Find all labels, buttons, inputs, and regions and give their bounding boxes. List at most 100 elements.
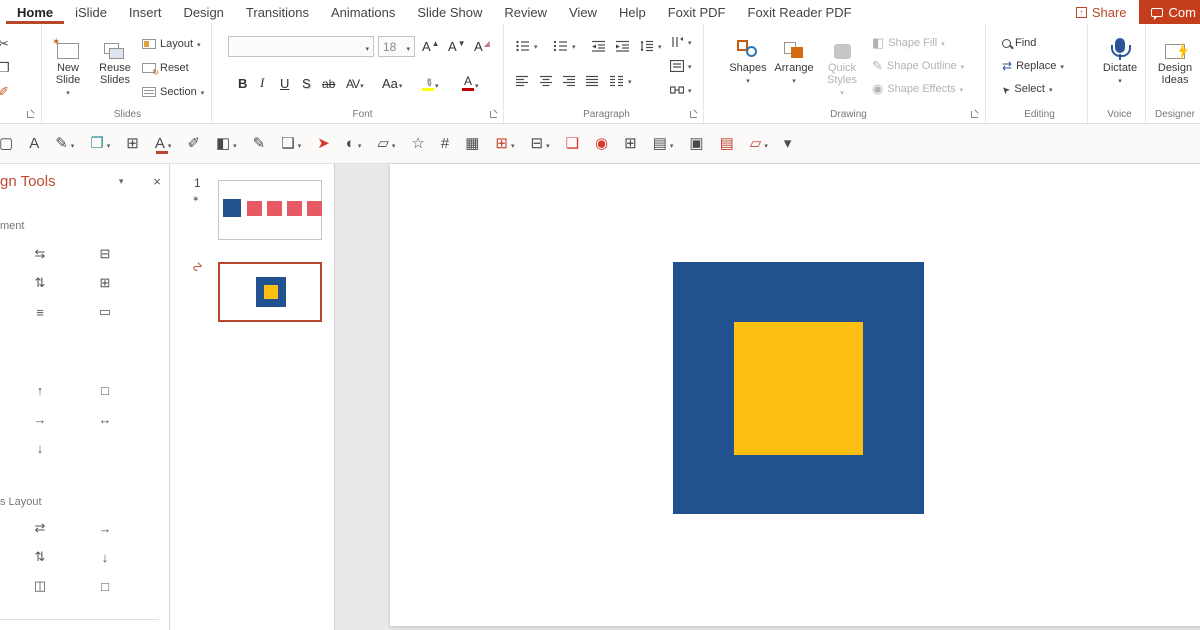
container-vertical-icon[interactable]: ◫ [32, 578, 48, 594]
selection-frame-icon[interactable]: □ [97, 382, 113, 398]
character-spacing-button[interactable]: AV [346, 71, 363, 91]
text-box-icon[interactable]: A [21, 130, 47, 158]
favorites-icon[interactable]: ☆ [403, 130, 432, 158]
screenshot-icon[interactable]: ▣ [681, 130, 711, 158]
toolbar-overflow-icon[interactable]: ▾ [776, 130, 800, 158]
section-button[interactable]: Section [142, 82, 204, 102]
tab-help[interactable]: Help [608, 0, 657, 24]
justify-button[interactable] [585, 71, 599, 91]
layers-icon[interactable]: ❏ [558, 130, 587, 158]
extend-right-icon[interactable]: → [32, 411, 48, 427]
tab-slide-show[interactable]: Slide Show [406, 0, 493, 24]
shape-outline-icon[interactable]: ❑ [273, 130, 309, 158]
fill-color-icon[interactable]: ◧ [208, 130, 245, 158]
tab-design[interactable]: Design [172, 0, 234, 24]
design-ideas-button[interactable]: Design Ideas [1152, 29, 1198, 86]
text-shadow-button[interactable]: S [302, 71, 311, 91]
align-edge-right-icon[interactable]: ⊟ [97, 246, 113, 262]
select-button[interactable]: ➤ Select [999, 79, 1052, 99]
format-painter-button[interactable] [0, 82, 9, 102]
shape-effects-button[interactable]: Shape Effects [872, 79, 963, 99]
strikethrough-button[interactable]: ab [322, 71, 335, 91]
layout-button[interactable]: Layout [142, 34, 201, 54]
pencil-icon[interactable]: ✐ [179, 130, 208, 158]
underline-button[interactable]: U [280, 71, 289, 91]
clipboard-dialog-launcher[interactable] [27, 110, 35, 118]
font-name-combobox[interactable] [228, 36, 374, 57]
find-button[interactable]: Find [1002, 33, 1036, 53]
align-middle-vertical-icon[interactable]: ▭ [97, 304, 113, 320]
italic-button[interactable]: I [260, 71, 264, 91]
export-doc-icon[interactable]: ▤ [712, 130, 742, 158]
stretch-vertical-icon[interactable]: ⇅ [32, 549, 48, 565]
extend-top-icon[interactable]: ↑ [32, 382, 48, 398]
extend-bottom-icon[interactable]: ↓ [32, 440, 48, 456]
convert-smartart-button[interactable] [670, 80, 692, 100]
insert-shapes-icon[interactable]: ▱ [369, 130, 403, 158]
panel-close-icon[interactable]: × [153, 174, 161, 189]
new-file-icon[interactable]: ▢ [0, 130, 21, 158]
text-highlight-button[interactable]: ✐ [421, 71, 439, 91]
container-frame-icon[interactable]: □ [97, 578, 113, 594]
slide-shape-blue-square[interactable] [673, 262, 924, 514]
replace-button[interactable]: ⇄ Replace [1002, 56, 1064, 76]
change-case-button[interactable]: Aa [382, 71, 402, 91]
align-center-horizontal-icon[interactable]: ≡ [32, 304, 48, 320]
shape-outline-button[interactable]: Shape Outline [872, 56, 964, 76]
shape-fill-button[interactable]: Shape Fill [872, 33, 945, 53]
slide-2-thumbnail[interactable] [218, 262, 322, 322]
boolean-shapes-icon[interactable]: ◐ [338, 130, 370, 158]
align-right-button[interactable] [562, 71, 576, 91]
crop-icon[interactable]: # [433, 130, 457, 158]
font-size-combobox[interactable]: 18 [378, 36, 415, 57]
comments-button[interactable]: Com [1138, 0, 1200, 24]
smart-layout-icon[interactable]: ⊟ [523, 130, 558, 158]
tab-review[interactable]: Review [493, 0, 558, 24]
align-text-button[interactable] [670, 56, 692, 76]
table-icon[interactable]: ⊞ [616, 130, 645, 158]
tab-view[interactable]: View [558, 0, 608, 24]
reset-button[interactable]: Reset [142, 58, 189, 78]
panel-dropdown-caret-icon[interactable]: ▾ [119, 176, 124, 187]
increase-indent-button[interactable] [616, 36, 630, 56]
compress-horizontal-icon[interactable]: ⇄ [32, 520, 48, 536]
slide-shape-yellow-square[interactable] [734, 322, 863, 455]
cut-button[interactable] [0, 34, 9, 54]
tab-foxit-pdf[interactable]: Foxit PDF [657, 0, 737, 24]
edit-shape-icon[interactable]: ✎ [47, 130, 82, 158]
tab-animations[interactable]: Animations [320, 0, 406, 24]
flow-down-icon[interactable]: ↓ [97, 549, 113, 565]
layout-grid-icon[interactable]: ⊞ [118, 130, 147, 158]
smart-guide-icon[interactable]: ◉ [587, 130, 616, 158]
distribute-vertical-icon[interactable]: ⇅ [32, 275, 48, 291]
align-left-button[interactable] [516, 71, 530, 91]
tab-foxit-reader-pdf[interactable]: Foxit Reader PDF [737, 0, 863, 24]
flow-right-icon[interactable]: → [97, 520, 113, 536]
increase-font-button[interactable]: A ▲ [422, 34, 440, 54]
shapes-button[interactable]: Shapes [726, 29, 770, 86]
tab-islide[interactable]: iSlide [64, 0, 118, 24]
color-matrix-icon[interactable]: ⊞ [487, 130, 522, 158]
line-spacing-button[interactable] [640, 36, 662, 56]
numbering-button[interactable] [554, 36, 576, 56]
align-edge-bottom-icon[interactable]: ⊞ [97, 275, 113, 291]
new-slide-button[interactable]: ✶ New Slide [46, 29, 90, 98]
copy-button[interactable] [0, 58, 10, 78]
brush-icon[interactable]: ✎ [245, 130, 274, 158]
text-direction-button[interactable] [670, 32, 692, 52]
resource-folder-icon[interactable]: ▱ [742, 130, 776, 158]
dictate-button[interactable]: Dictate [1098, 29, 1142, 86]
tab-transitions[interactable]: Transitions [235, 0, 320, 24]
tab-insert[interactable]: Insert [118, 0, 173, 24]
reuse-slides-button[interactable]: Reuse Slides [92, 29, 138, 86]
clear-formatting-button[interactable]: A ◢ [474, 34, 490, 54]
table-style-icon[interactable]: ▤ [645, 130, 682, 158]
picture-icon[interactable]: ▦ [457, 130, 487, 158]
distribute-horizontal-icon[interactable]: ⇆ [32, 246, 48, 262]
bold-button[interactable]: B [238, 71, 247, 91]
tab-home[interactable]: Home [6, 0, 64, 24]
quick-styles-button[interactable]: Quick Styles [818, 29, 866, 98]
slide-1-thumbnail[interactable] [218, 180, 322, 240]
decrease-font-button[interactable]: A ▼ [448, 34, 466, 54]
duplicate-shape-icon[interactable]: ❐ [82, 130, 118, 158]
